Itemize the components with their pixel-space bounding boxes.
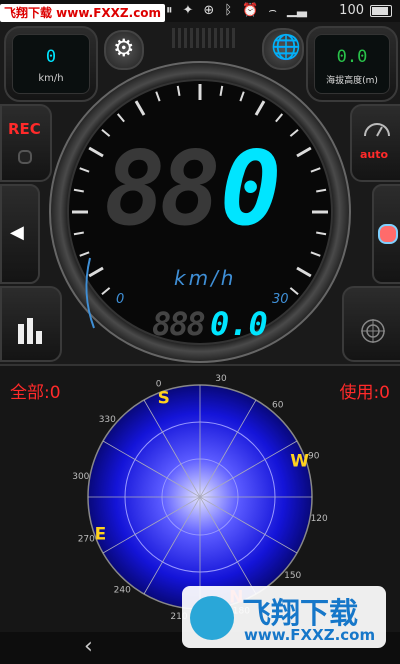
status-icons: ⏸ ✦ ⊕ ᛒ ⏰ ⌢ ▁▃	[166, 3, 307, 18]
degree-label: 90	[308, 452, 320, 462]
scale-max-label: 30	[272, 292, 289, 307]
scale-min-label: 0	[116, 292, 125, 307]
color-theme-icon	[378, 224, 398, 244]
watermark-banner: 飞翔下载 www.FXXZ.com	[0, 4, 166, 22]
degree-label: 120	[311, 514, 328, 524]
degree-label: 240	[114, 586, 131, 596]
gps-icon: ⊕	[203, 3, 215, 18]
watermark-logo-icon	[190, 596, 234, 640]
satellites-used-label: 使用:0	[339, 383, 390, 403]
theme-button[interactable]	[372, 184, 400, 284]
battery-level: 100	[339, 3, 364, 18]
battery-status: 100	[339, 3, 392, 18]
back-nav-button[interactable]: ‹	[84, 634, 93, 659]
status-bar: 飞翔下载 www.FXXZ.com ⏸ ✦ ⊕ ᛒ ⏰ ⌢ ▁▃ 100	[0, 0, 400, 22]
battery-icon	[370, 4, 392, 17]
compass-s-label: S	[158, 388, 170, 408]
fan-icon: ✦	[182, 3, 194, 18]
bluetooth-icon: ᛒ	[224, 3, 233, 18]
degree-label: 150	[284, 571, 301, 581]
speed-digit: 0	[220, 130, 282, 249]
speed-unit: km/h	[174, 266, 237, 290]
triangle-left-icon: ◀	[10, 222, 24, 243]
speaker-grille	[172, 28, 236, 48]
alarm-icon: ⏰	[242, 3, 259, 18]
degree-label: 270	[78, 534, 95, 544]
speed-ghost-digits: 88	[104, 130, 221, 249]
degree-label: 30	[215, 374, 227, 384]
degree-label: 330	[99, 415, 116, 425]
compass-w-label: W	[290, 452, 309, 472]
watermark-url: www.FXXZ.com	[244, 626, 376, 644]
compass-e-label: E	[95, 524, 107, 544]
degree-label: 60	[272, 400, 284, 410]
site-watermark: 飞翔下载 www.FXXZ.com	[182, 586, 386, 648]
signal-icon: ▁▃	[286, 3, 307, 18]
odometer-ghost: 888	[152, 305, 206, 343]
satellites-all-label: 全部:0	[10, 383, 61, 403]
degree-label: 300	[72, 472, 89, 482]
pause-icon: ⏸	[166, 3, 173, 18]
odometer-value: 0.0	[210, 305, 268, 343]
wifi-icon: ⌢	[268, 3, 277, 18]
